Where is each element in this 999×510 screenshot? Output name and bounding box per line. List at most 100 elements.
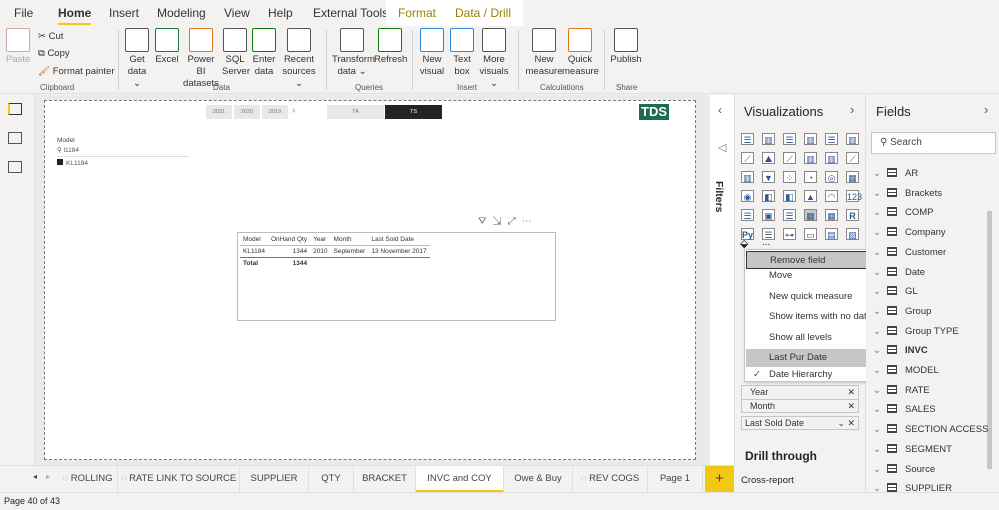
field-table-item[interactable]: ⌄ Group TYPE bbox=[873, 325, 959, 340]
dropdown-remove-icons[interactable]: ⌄ ✕ bbox=[837, 417, 855, 429]
filter-icon[interactable]: ⛛ bbox=[478, 216, 492, 227]
report-view-icon[interactable] bbox=[8, 103, 22, 115]
100-column-icon[interactable]: ▥ bbox=[846, 133, 859, 145]
scatter-icon[interactable]: ⁘ bbox=[783, 171, 796, 183]
line-icon[interactable]: ⟋ bbox=[741, 152, 754, 164]
100-bar-icon[interactable]: ☰ bbox=[825, 133, 838, 145]
recent-sources-button[interactable]: Recent sources ⌄ bbox=[279, 28, 319, 90]
stacked-area-icon[interactable]: ⟋ bbox=[783, 152, 796, 164]
more-visuals-ellipsis[interactable]: ... bbox=[762, 237, 770, 248]
enter-data-button[interactable]: Enter data bbox=[252, 28, 276, 78]
page-tab[interactable]: SUPPLIER bbox=[240, 466, 309, 492]
chevron-down-icon[interactable]: ⌄ bbox=[873, 464, 885, 475]
more-visuals-button[interactable]: More visuals ⌄ bbox=[477, 28, 511, 90]
fields-search-input[interactable]: ⚲ Search bbox=[871, 132, 996, 154]
chevron-down-icon[interactable]: ⌄ bbox=[873, 404, 885, 415]
field-table-item[interactable]: ⌄ RATE bbox=[873, 384, 930, 399]
new-measure-button[interactable]: New measure bbox=[524, 28, 564, 78]
field-table-item[interactable]: ⌄ AR bbox=[873, 168, 918, 182]
area-icon[interactable]: ⛰ bbox=[762, 152, 775, 164]
clustered-bar-icon[interactable]: ☰ bbox=[783, 133, 796, 145]
azure-map-icon[interactable]: ▲ bbox=[804, 190, 817, 202]
paginated-report-icon[interactable]: ▧ bbox=[846, 228, 859, 240]
toggle-ts[interactable]: TS bbox=[385, 105, 442, 119]
line-clustered-icon[interactable]: ▥ bbox=[825, 152, 838, 164]
checkbox-checked[interactable] bbox=[57, 159, 63, 165]
focus-mode-icon[interactable]: ⤢ bbox=[508, 216, 522, 227]
field-table-item[interactable]: ⌄ Brackets bbox=[873, 187, 942, 202]
chevron-down-icon[interactable]: ⌄ bbox=[873, 227, 885, 238]
field-table-item[interactable]: ⌄ COMP bbox=[873, 207, 934, 221]
add-page-button[interactable]: + bbox=[705, 466, 734, 492]
chevron-left-icon[interactable]: ‹ bbox=[718, 103, 722, 117]
tab-format[interactable]: Format bbox=[386, 0, 449, 26]
field-table-item[interactable]: ⌄ Date bbox=[873, 266, 925, 281]
field-table-item[interactable]: ⌄ MODEL bbox=[873, 365, 939, 379]
clustered-column-icon[interactable]: ▥ bbox=[804, 133, 817, 145]
page-tab[interactable]: QTY bbox=[309, 466, 354, 492]
page-tab[interactable]: Page 1 bbox=[648, 466, 703, 492]
card-icon[interactable]: 123 bbox=[846, 190, 862, 202]
funnel-icon[interactable]: ▼ bbox=[762, 171, 775, 183]
kpi-icon[interactable]: ▣ bbox=[762, 209, 775, 221]
cut-button[interactable]: ✂ Cut bbox=[38, 31, 63, 42]
column-header[interactable]: OnHand Qty bbox=[268, 234, 310, 246]
page-tab[interactable]: Owe & Buy bbox=[504, 466, 573, 492]
tab-external-tools[interactable]: External Tools bbox=[313, 6, 388, 20]
qa-icon[interactable]: ▭ bbox=[804, 228, 817, 240]
field-well-year[interactable]: Year ✕ bbox=[741, 385, 859, 399]
field-well-last-sold-date[interactable]: Last Sold Date ⌄ ✕ bbox=[741, 416, 859, 430]
chevron-down-icon[interactable]: ⌄ bbox=[873, 385, 885, 396]
tab-file[interactable]: File bbox=[14, 6, 33, 20]
matrix-icon[interactable]: ▦ bbox=[825, 209, 838, 221]
table-visual[interactable]: Model OnHand Qty Year Month Last Sold Da… bbox=[237, 232, 556, 321]
transform-data-button[interactable]: Transform data ⌄ bbox=[332, 28, 375, 78]
treemap-icon[interactable]: ▦ bbox=[846, 171, 859, 183]
chevron-down-icon[interactable]: ⌄ bbox=[873, 345, 885, 356]
line-column-icon[interactable]: ▥ bbox=[804, 152, 817, 164]
new-visual-button[interactable]: New visual bbox=[418, 28, 446, 78]
slicer-search-input[interactable]: ⚲ l1184 bbox=[57, 144, 189, 157]
year-button-2020[interactable]: 2020 bbox=[234, 105, 260, 119]
refresh-button[interactable]: Refresh bbox=[374, 28, 407, 66]
ribbon-icon[interactable]: ⟋ bbox=[846, 152, 859, 164]
column-header[interactable]: Month bbox=[331, 234, 369, 246]
stacked-column-icon[interactable]: ▥ bbox=[762, 133, 775, 145]
waterfall-icon[interactable]: ▥ bbox=[741, 171, 754, 183]
data-view-icon[interactable] bbox=[8, 132, 22, 144]
stacked-bar-icon[interactable]: ☰ bbox=[741, 133, 754, 145]
quick-measure-button[interactable]: Quick measure bbox=[562, 28, 599, 78]
page-tab[interactable]: ◌ ROLLING bbox=[58, 466, 118, 492]
scroll-left-icon[interactable]: ◂ bbox=[33, 472, 37, 481]
model-view-icon[interactable] bbox=[8, 161, 22, 173]
chevron-down-icon[interactable]: ⌄ bbox=[873, 326, 885, 337]
page-tab[interactable]: INVC and COY bbox=[416, 466, 504, 492]
slicer-item[interactable]: KL1184 bbox=[57, 157, 189, 167]
remove-icon[interactable]: ✕ bbox=[847, 400, 855, 412]
field-table-item[interactable]: ⌄ Company bbox=[873, 227, 946, 241]
tab-home[interactable]: Home bbox=[58, 6, 92, 25]
chevron-down-icon[interactable]: ⌄ bbox=[873, 286, 885, 297]
get-data-button[interactable]: Get data ⌄ bbox=[124, 28, 150, 90]
chevron-down-icon[interactable]: ⌄ bbox=[873, 247, 885, 258]
remove-icon[interactable]: ✕ bbox=[847, 386, 855, 398]
tab-help[interactable]: Help bbox=[268, 6, 293, 20]
chevron-down-icon[interactable]: ⌄ bbox=[873, 306, 885, 317]
field-table-item[interactable]: ⌄ SECTION ACCESS bbox=[873, 424, 988, 438]
chevron-down-icon[interactable]: ⌄ bbox=[873, 444, 885, 455]
scroll-right-icon[interactable]: ▸ bbox=[46, 472, 50, 481]
sql-server-button[interactable]: SQL Server bbox=[222, 28, 250, 78]
column-header[interactable]: Last Sold Date bbox=[368, 234, 429, 246]
chevron-down-icon[interactable]: ⌄ bbox=[873, 207, 885, 218]
text-box-button[interactable]: Text box bbox=[450, 28, 474, 78]
r-visual-icon[interactable]: R bbox=[846, 209, 859, 221]
chevron-down-icon[interactable]: ⌄ bbox=[873, 188, 885, 199]
excel-button[interactable]: Excel bbox=[155, 28, 179, 66]
multi-row-card-icon[interactable]: ☰ bbox=[741, 209, 754, 221]
map-icon[interactable]: ◉ bbox=[741, 190, 754, 202]
chevron-down-icon[interactable]: ⌄ bbox=[873, 267, 885, 278]
tab-modeling[interactable]: Modeling bbox=[157, 6, 206, 20]
tab-view[interactable]: View bbox=[224, 6, 250, 20]
tab-insert[interactable]: Insert bbox=[109, 6, 139, 20]
paste-button[interactable]: Paste bbox=[6, 28, 30, 66]
